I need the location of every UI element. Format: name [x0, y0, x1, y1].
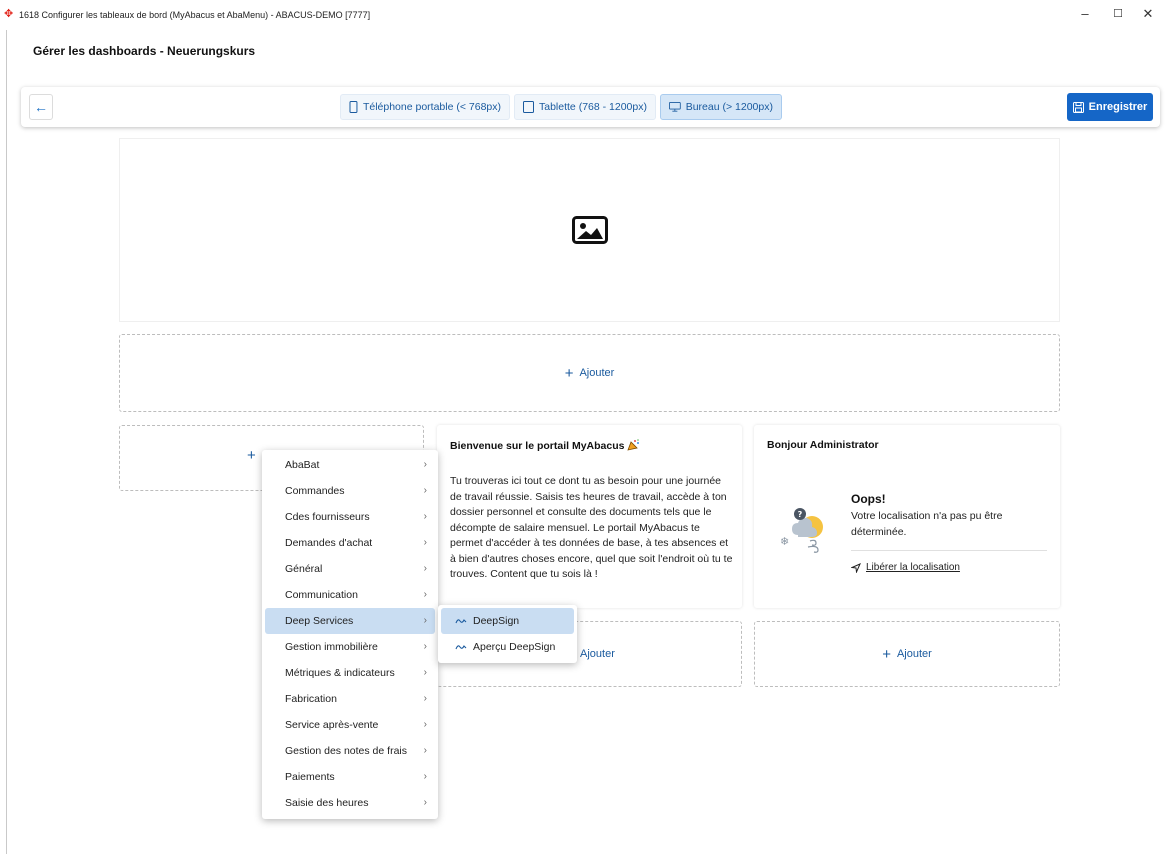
chevron-right-icon: ›: [423, 537, 427, 548]
submenu-item[interactable]: Aperçu DeepSign: [441, 634, 574, 660]
menu-item[interactable]: Deep Services ›: [265, 608, 435, 634]
chevron-right-icon: ›: [423, 693, 427, 704]
chevron-right-icon: ›: [423, 641, 427, 652]
abacus-logo-icon: ✥: [4, 8, 14, 20]
chevron-right-icon: ›: [423, 719, 427, 730]
greeting-card: Bonjour Administrator ? ❄ Oops! Votre lo…: [754, 425, 1060, 608]
chevron-right-icon: ›: [423, 771, 427, 782]
menu-item-label: Commandes: [285, 485, 345, 497]
submenu-item-label: Aperçu DeepSign: [473, 641, 556, 653]
chevron-right-icon: ›: [423, 589, 427, 600]
menu-item[interactable]: Saisie des heures ›: [265, 790, 435, 816]
menu-item[interactable]: Gestion immobilière ›: [265, 634, 435, 660]
menu-item-label: AbaBat: [285, 459, 320, 471]
menu-item[interactable]: Communication ›: [265, 582, 435, 608]
close-button[interactable]: ✕: [1137, 5, 1159, 23]
deep-services-submenu: DeepSign Aperçu DeepSign: [438, 605, 577, 663]
device-phone-label: Téléphone portable (< 768px): [362, 101, 501, 113]
menu-item[interactable]: Service après-vente ›: [265, 712, 435, 738]
save-label: Enregistrer: [1088, 101, 1148, 113]
welcome-title-text: Bienvenue sur le portail MyAbacus: [450, 440, 625, 452]
svg-text:❄: ❄: [780, 535, 789, 548]
tablet-icon: [523, 101, 534, 113]
chevron-right-icon: ›: [423, 485, 427, 496]
menu-item[interactable]: Commandes ›: [265, 478, 435, 504]
device-phone-button[interactable]: Téléphone portable (< 768px): [340, 94, 510, 120]
back-button[interactable]: ←: [29, 94, 53, 120]
oops-text: Votre localisation n'a pas pu être déter…: [851, 510, 1003, 538]
add-widget-zone[interactable]: + Ajouter: [754, 621, 1060, 687]
plus-icon: +: [564, 364, 574, 382]
party-popper-icon: [627, 439, 640, 451]
menu-item-label: Métriques & indicateurs: [285, 667, 395, 679]
minimize-button[interactable]: –: [1074, 5, 1096, 23]
chevron-right-icon: ›: [423, 745, 427, 756]
enable-location-label: Libérer la localisation: [866, 562, 960, 573]
chevron-right-icon: ›: [423, 563, 427, 574]
add-label: Ajouter: [580, 648, 615, 660]
oops-title: Oops!: [851, 492, 886, 506]
menu-item-label: Fabrication: [285, 693, 337, 705]
menu-item[interactable]: Demandes d'achat ›: [265, 530, 435, 556]
save-icon: [1072, 101, 1084, 113]
device-tablet-button[interactable]: Tablette (768 - 1200px): [514, 94, 656, 120]
monitor-icon: [669, 101, 681, 112]
welcome-text: Tu trouveras ici tout ce dont tu as beso…: [450, 475, 733, 580]
divider: [851, 550, 1047, 551]
toolbar: ← Téléphone portable (< 768px) Tablette …: [21, 87, 1160, 127]
menu-item[interactable]: Métriques & indicateurs ›: [265, 660, 435, 686]
add-widget-zone[interactable]: + Ajouter: [119, 334, 1060, 412]
submenu-item[interactable]: DeepSign: [441, 608, 574, 634]
chevron-right-icon: ›: [423, 615, 427, 626]
menu-item[interactable]: Gestion des notes de frais ›: [265, 738, 435, 764]
smartphone-icon: [349, 101, 358, 113]
svg-text:?: ?: [798, 510, 803, 519]
window-title: 1618 Configurer les tableaux de bord (My…: [19, 10, 371, 20]
chevron-right-icon: ›: [423, 459, 427, 470]
device-tablet-label: Tablette (768 - 1200px): [539, 101, 647, 113]
menu-item-label: Gestion immobilière: [285, 641, 378, 653]
chevron-right-icon: ›: [423, 511, 427, 522]
window-titlebar: ✥ 1618 Configurer les tableaux de bord (…: [0, 0, 1167, 30]
menu-item[interactable]: Paiements ›: [265, 764, 435, 790]
chevron-right-icon: ›: [423, 667, 427, 678]
signature-icon: [455, 619, 467, 624]
greeting-title: Bonjour Administrator: [767, 439, 879, 451]
menu-item[interactable]: Fabrication ›: [265, 686, 435, 712]
menu-item[interactable]: Général ›: [265, 556, 435, 582]
device-desktop-button[interactable]: Bureau (> 1200px): [660, 94, 782, 120]
menu-item-label: Paiements: [285, 771, 335, 783]
menu-item-label: Général: [285, 563, 323, 575]
chevron-right-icon: ›: [423, 797, 427, 808]
arrow-left-icon: ←: [34, 99, 48, 115]
signature-icon: [455, 645, 467, 650]
menu-item[interactable]: Cdes fournisseurs ›: [265, 504, 435, 530]
submenu-item-label: DeepSign: [473, 615, 520, 627]
maximize-button[interactable]: ☐: [1107, 5, 1129, 23]
weather-unknown-icon: ? ❄: [780, 508, 823, 553]
menu-item-label: Communication: [285, 589, 358, 601]
menu-item-label: Gestion des notes de frais: [285, 745, 407, 757]
navigation-arrow-icon: [851, 562, 861, 573]
add-label: Ajouter: [579, 367, 615, 379]
menu-item-label: Service après-vente: [285, 719, 379, 731]
plus-icon: +: [882, 645, 891, 663]
device-desktop-label: Bureau (> 1200px): [685, 101, 773, 113]
add-label: Ajouter: [896, 648, 932, 660]
image-widget[interactable]: [119, 138, 1060, 322]
menu-item-label: Deep Services: [285, 615, 354, 627]
page-title: Gérer les dashboards - Neuerungskurs: [33, 44, 256, 58]
image-icon: [571, 216, 608, 244]
menu-item-label: Saisie des heures: [285, 797, 369, 809]
welcome-title: Bienvenue sur le portail MyAbacus: [450, 439, 640, 452]
menu-item[interactable]: AbaBat ›: [265, 452, 435, 478]
save-button[interactable]: Enregistrer: [1067, 93, 1153, 121]
welcome-card: Bienvenue sur le portail MyAbacus Tu tro…: [437, 425, 742, 608]
widget-category-menu: AbaBat › Commandes › Cdes fournisseurs › Deman…: [262, 450, 438, 819]
enable-location-link[interactable]: Libérer la localisation: [851, 562, 960, 573]
plus-icon: +: [247, 446, 256, 464]
menu-item-label: Demandes d'achat: [285, 537, 373, 549]
menu-item-label: Cdes fournisseurs: [285, 511, 370, 523]
